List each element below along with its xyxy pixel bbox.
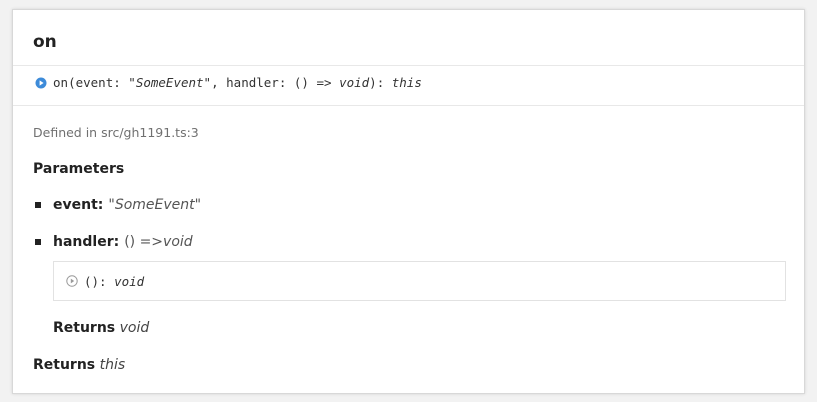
member-title: on: [33, 32, 57, 52]
bullet-icon: [35, 202, 41, 208]
signature-param-event: event: [75, 75, 114, 90]
parameters-heading: Parameters: [33, 161, 125, 177]
signature-param-handler-type-prefix: () =>: [293, 75, 340, 90]
signature-colon: :: [113, 75, 129, 90]
signature: on(event: "SomeEvent", handler: () => vo…: [35, 75, 422, 90]
returns-label: Returns: [33, 357, 96, 373]
divider: [13, 105, 804, 106]
nested-signature-text: ():: [84, 273, 115, 289]
signature-colon-2: :: [278, 75, 294, 90]
parameter-name: handler:: [53, 234, 120, 250]
returns-label: Returns: [53, 320, 116, 336]
nested-signature: (): void: [53, 261, 786, 301]
parameter-item: handler: () => void: [35, 234, 193, 250]
parameter-name: event:: [53, 197, 104, 213]
defined-in: Defined in src/gh1191.ts:3: [33, 125, 199, 140]
bullet-icon: [35, 239, 41, 245]
signature-name: on: [53, 75, 69, 90]
parameter-type-prefix: () =>: [124, 234, 164, 250]
signature-param-event-type: "SomeEvent": [128, 75, 212, 90]
divider: [13, 65, 804, 66]
member-card: on on(event: "SomeEvent", handler: () =>…: [12, 9, 805, 394]
play-circle-icon: [66, 275, 78, 287]
parameter-item: event: "SomeEvent": [35, 197, 201, 213]
nested-signature-return: void: [114, 273, 145, 289]
signature-param-handler-type: void: [339, 75, 370, 90]
returns-type: this: [99, 357, 126, 373]
method-circle-icon: [35, 77, 47, 88]
signature-comma: ,: [211, 75, 227, 90]
signature-close: ):: [369, 75, 392, 90]
nested-returns: Returns void: [53, 320, 149, 336]
parameter-type: "SomeEvent": [108, 197, 202, 213]
signature-open-paren: (: [68, 75, 76, 90]
returns: Returns this: [33, 357, 125, 373]
signature-return-type: this: [391, 75, 422, 90]
signature-param-handler: handler: [226, 75, 279, 90]
parameter-type: void: [163, 234, 193, 250]
returns-type: void: [119, 320, 150, 336]
